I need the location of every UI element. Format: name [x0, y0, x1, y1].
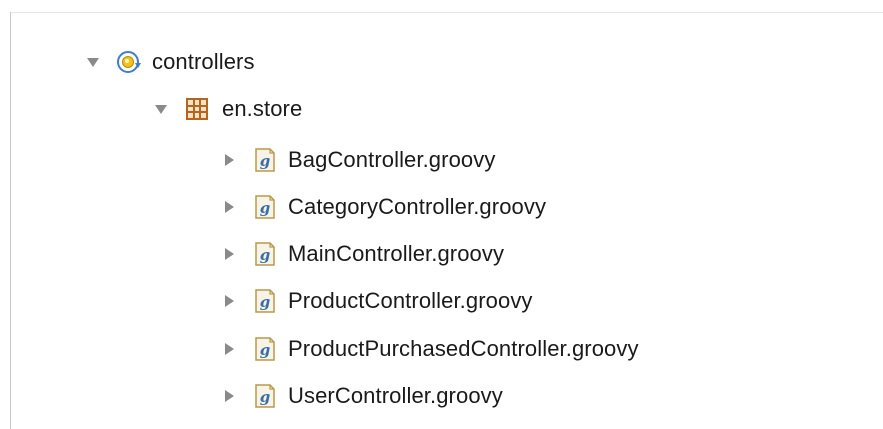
tree-node-label: en.store [222, 96, 303, 121]
svg-text:g: g [260, 199, 271, 217]
groovy-file-icon: g [252, 336, 278, 362]
package-icon [184, 96, 210, 122]
project-explorer-tree: controllers en.store g BagController.gro… [0, 0, 883, 429]
collapsed-twisty-icon[interactable] [222, 200, 236, 214]
tree-node-file[interactable]: g CategoryController.groovy [222, 187, 546, 227]
groovy-file-icon: g [252, 194, 278, 220]
groovy-file-icon: g [252, 288, 278, 314]
tree-node-controllers[interactable]: controllers [86, 42, 255, 82]
svg-text:g: g [260, 152, 271, 170]
collapsed-twisty-icon[interactable] [222, 342, 236, 356]
tree-node-label: MainController.groovy [288, 241, 505, 266]
groovy-file-icon: g [252, 383, 278, 409]
svg-text:g: g [260, 388, 271, 406]
source-folder-icon [116, 49, 142, 75]
tree-node-file[interactable]: g ProductController.groovy [222, 281, 533, 321]
tree-node-label: BagController.groovy [288, 147, 496, 172]
collapsed-twisty-icon[interactable] [222, 294, 236, 308]
tree-node-file[interactable]: g BagController.groovy [222, 140, 495, 180]
tree-node-label: ProductPurchasedController.groovy [288, 336, 639, 361]
groovy-file-icon: g [252, 147, 278, 173]
tree-node-en-store[interactable]: en.store [154, 89, 302, 129]
tree-node-label: ProductController.groovy [288, 288, 533, 313]
tree-node-label: UserController.groovy [288, 383, 503, 408]
tree-node-file[interactable]: g MainController.groovy [222, 234, 504, 274]
collapsed-twisty-icon[interactable] [222, 389, 236, 403]
tree-node-file[interactable]: g UserController.groovy [222, 376, 503, 416]
svg-text:g: g [260, 293, 271, 311]
tree-node-label: controllers [152, 49, 255, 74]
tree-node-file[interactable]: g ProductPurchasedController.groovy [222, 329, 639, 369]
tree-node-label: CategoryController.groovy [288, 194, 547, 219]
groovy-file-icon: g [252, 241, 278, 267]
svg-text:g: g [260, 341, 271, 359]
panel-top-border [10, 12, 883, 13]
expanded-twisty-icon[interactable] [86, 55, 100, 69]
panel-left-border [10, 12, 11, 429]
svg-text:g: g [260, 246, 271, 264]
expanded-twisty-icon[interactable] [154, 102, 168, 116]
collapsed-twisty-icon[interactable] [222, 247, 236, 261]
collapsed-twisty-icon[interactable] [222, 153, 236, 167]
